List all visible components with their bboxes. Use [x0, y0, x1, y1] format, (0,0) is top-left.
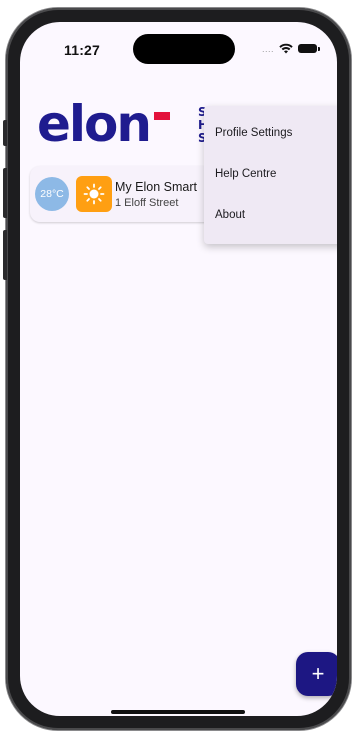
weather-tile [76, 176, 112, 212]
brand-logo: elon [37, 96, 170, 152]
dynamic-island [133, 34, 235, 64]
status-bar: 11:27 .... [20, 22, 337, 80]
status-icons: .... [261, 43, 320, 54]
menu-item-about[interactable]: About [204, 194, 337, 235]
volume-up-button [3, 168, 7, 218]
status-time: 11:27 [64, 42, 101, 58]
logo-red-dash [154, 112, 170, 120]
overflow-menu: Profile Settings Help Centre About [204, 106, 337, 244]
wifi-icon [279, 43, 293, 54]
battery-icon [298, 44, 320, 53]
add-button[interactable]: + [296, 652, 337, 696]
app-screen: 11:27 .... elon S H S 28°C [20, 22, 337, 716]
logo-wordmark: elon [37, 95, 152, 153]
volume-down-button [3, 230, 7, 280]
menu-item-profile-settings[interactable]: Profile Settings [204, 112, 337, 153]
temperature-badge: 28°C [35, 177, 69, 211]
plus-icon: + [311, 661, 325, 686]
home-name: My Elon Smart [115, 180, 197, 194]
sun-icon [83, 183, 105, 205]
action-button [3, 120, 7, 146]
phone-frame: 11:27 .... elon S H S 28°C [3, 8, 351, 730]
cellular-dots-icon: .... [261, 43, 274, 54]
home-indicator [111, 710, 245, 714]
menu-item-help-centre[interactable]: Help Centre [204, 153, 337, 194]
home-address: 1 Eloff Street [115, 197, 179, 209]
